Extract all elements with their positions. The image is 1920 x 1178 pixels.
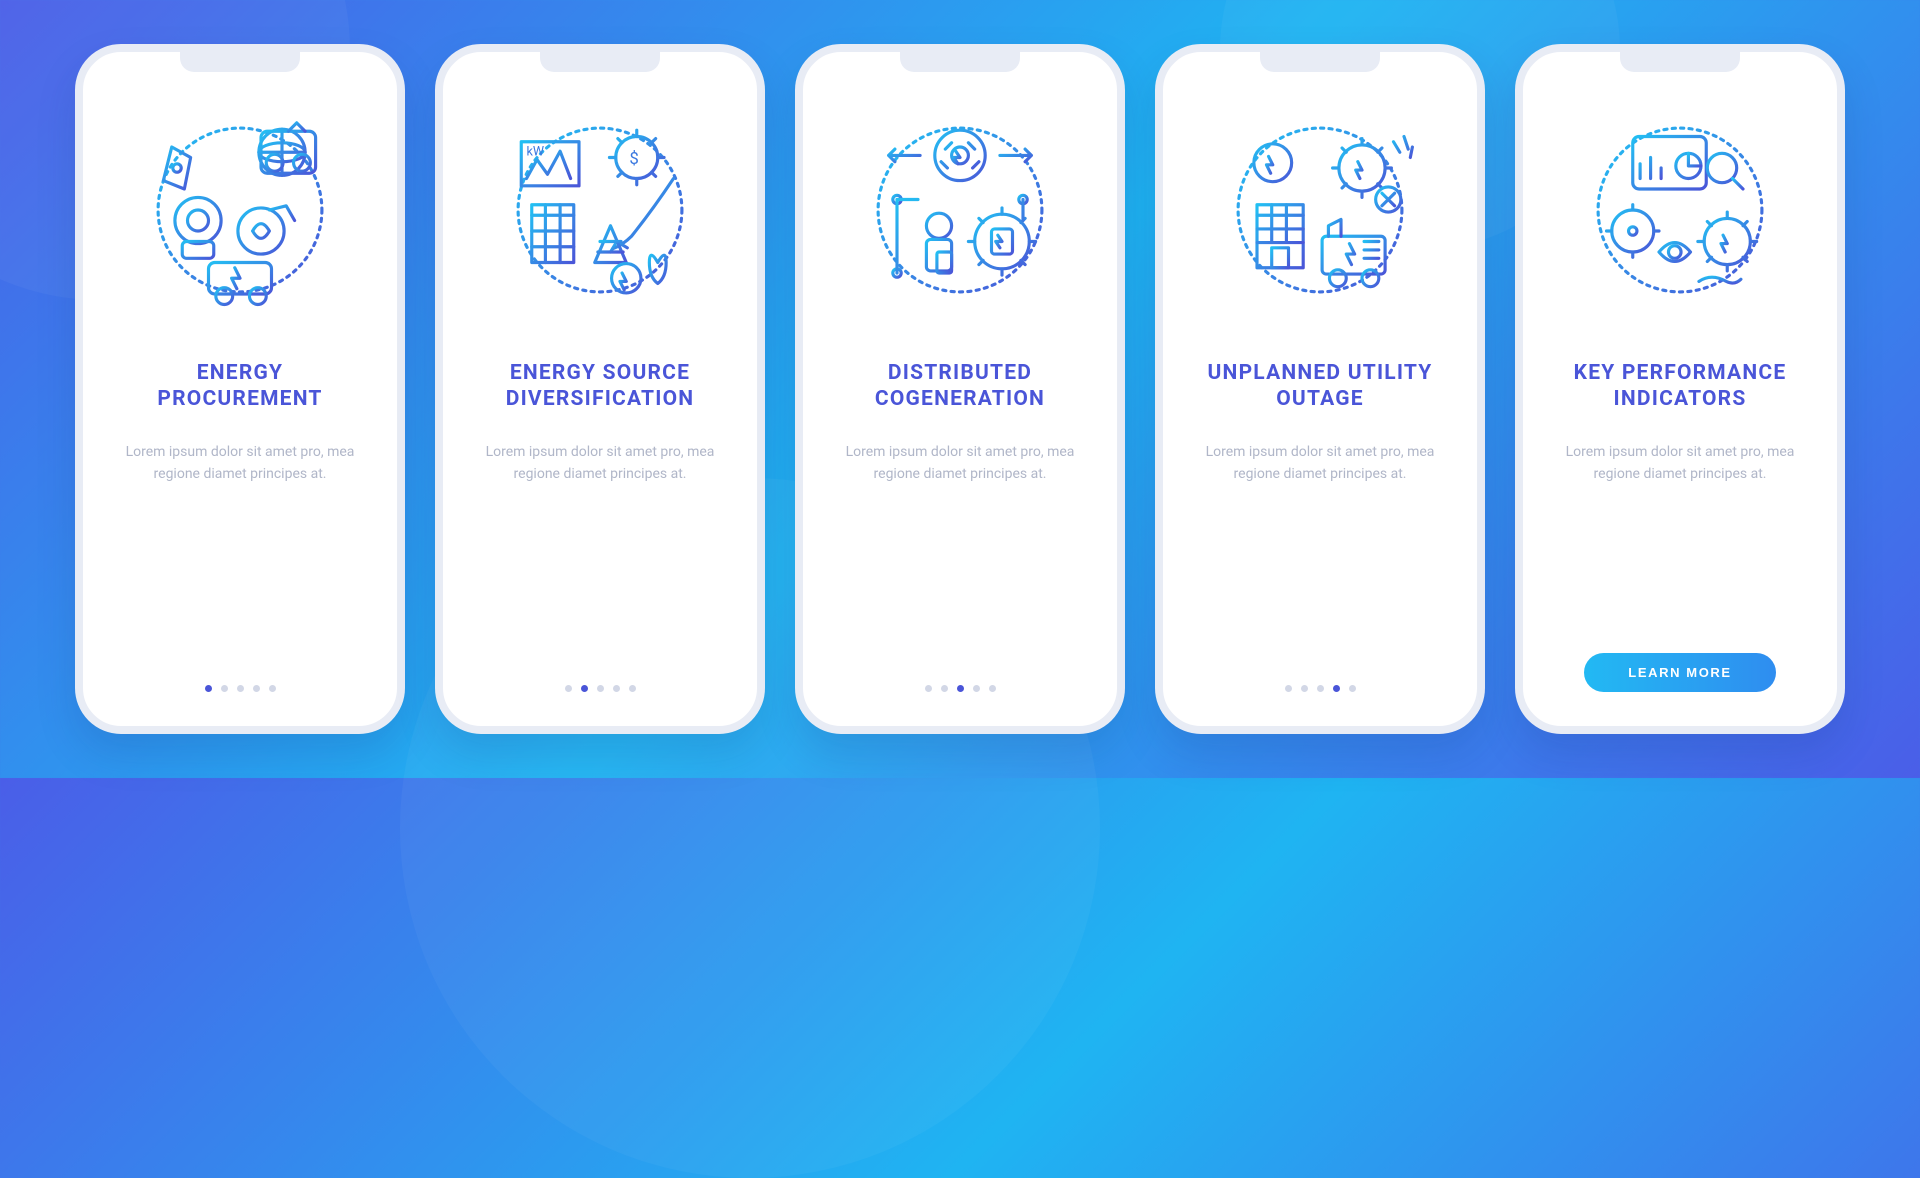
screen-description: Lorem ipsum dolor sit amet pro, mea regi… bbox=[1185, 441, 1455, 486]
phone-notch bbox=[540, 50, 660, 72]
pager-dot[interactable] bbox=[1301, 685, 1308, 692]
screen-description: Lorem ipsum dolor sit amet pro, mea regi… bbox=[465, 441, 735, 486]
pager-dot[interactable] bbox=[205, 685, 212, 692]
pager-dot[interactable] bbox=[565, 685, 572, 692]
pager-dots bbox=[105, 685, 375, 692]
pager-dot[interactable] bbox=[941, 685, 948, 692]
onboarding-screen-2: kW $ ENERGY SOURCE DIVERSIFICATION Lorem… bbox=[435, 44, 765, 734]
unplanned-outage-icon bbox=[1185, 80, 1455, 340]
pager-dot[interactable] bbox=[237, 685, 244, 692]
energy-procurement-icon bbox=[105, 80, 375, 340]
pager-dot[interactable] bbox=[253, 685, 260, 692]
screen-title: KEY PERFORMANCE INDICATORS bbox=[1545, 360, 1815, 413]
svg-text:kW: kW bbox=[527, 144, 545, 159]
energy-diversification-icon: kW $ bbox=[465, 80, 735, 340]
screen-title: DISTRIBUTED COGENERATION bbox=[825, 360, 1095, 413]
pager-dots bbox=[1185, 685, 1455, 692]
pager-dot[interactable] bbox=[973, 685, 980, 692]
learn-more-button[interactable]: LEARN MORE bbox=[1584, 653, 1775, 692]
phone-notch bbox=[900, 50, 1020, 72]
pager-dot[interactable] bbox=[1333, 685, 1340, 692]
pager-dots bbox=[465, 685, 735, 692]
phone-notch bbox=[1260, 50, 1380, 72]
pager-dot[interactable] bbox=[957, 685, 964, 692]
pager-dot[interactable] bbox=[1285, 685, 1292, 692]
pager-dot[interactable] bbox=[1317, 685, 1324, 692]
pager-dot[interactable] bbox=[221, 685, 228, 692]
svg-text:$: $ bbox=[629, 149, 638, 169]
phone-notch bbox=[180, 50, 300, 72]
onboarding-screen-4: UNPLANNED UTILITY OUTAGE Lorem ipsum dol… bbox=[1155, 44, 1485, 734]
screen-description: Lorem ipsum dolor sit amet pro, mea regi… bbox=[105, 441, 375, 486]
pager-dot[interactable] bbox=[629, 685, 636, 692]
phone-notch bbox=[1620, 50, 1740, 72]
pager-dot[interactable] bbox=[989, 685, 996, 692]
distributed-cogeneration-icon bbox=[825, 80, 1095, 340]
pager-dot[interactable] bbox=[581, 685, 588, 692]
onboarding-screen-3: DISTRIBUTED COGENERATION Lorem ipsum dol… bbox=[795, 44, 1125, 734]
kpi-icon bbox=[1545, 80, 1815, 340]
screen-title: ENERGY SOURCE DIVERSIFICATION bbox=[465, 360, 735, 413]
onboarding-screen-1: ENERGY PROCUREMENT Lorem ipsum dolor sit… bbox=[75, 44, 405, 734]
onboarding-screen-5: KEY PERFORMANCE INDICATORS Lorem ipsum d… bbox=[1515, 44, 1845, 734]
pager-dot[interactable] bbox=[597, 685, 604, 692]
pager-dot[interactable] bbox=[269, 685, 276, 692]
phone-row: ENERGY PROCUREMENT Lorem ipsum dolor sit… bbox=[75, 44, 1845, 734]
pager-dots bbox=[825, 685, 1095, 692]
pager-dot[interactable] bbox=[613, 685, 620, 692]
pager-dot[interactable] bbox=[1349, 685, 1356, 692]
screen-title: UNPLANNED UTILITY OUTAGE bbox=[1185, 360, 1455, 413]
screen-title: ENERGY PROCUREMENT bbox=[105, 360, 375, 413]
screen-description: Lorem ipsum dolor sit amet pro, mea regi… bbox=[1545, 441, 1815, 486]
pager-dot[interactable] bbox=[925, 685, 932, 692]
screen-description: Lorem ipsum dolor sit amet pro, mea regi… bbox=[825, 441, 1095, 486]
